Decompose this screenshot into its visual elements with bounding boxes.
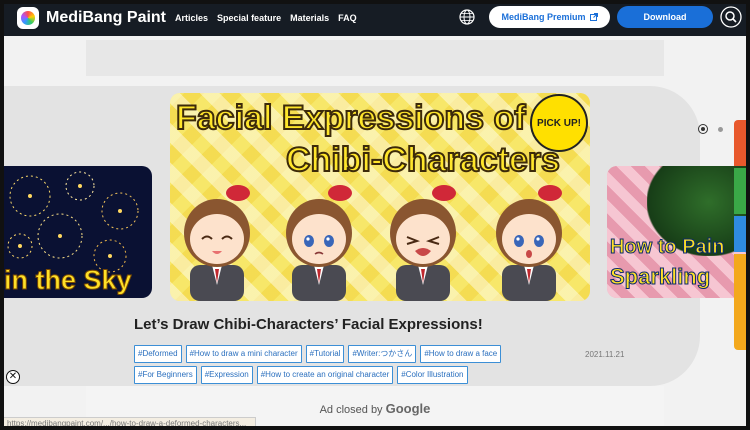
external-link-icon xyxy=(589,13,598,21)
ad-closed-text: Ad closed by xyxy=(319,404,383,416)
tag-list: #Deformed #How to draw a mini character … xyxy=(134,345,554,384)
pick-up-badge: PICK UP! xyxy=(530,94,588,152)
chibi-character-smile xyxy=(184,185,250,301)
article-title[interactable]: Let’s Draw Chibi-Characters’ Facial Expr… xyxy=(134,316,483,333)
tag[interactable]: #Deformed xyxy=(134,345,182,363)
side-tab-blue[interactable] xyxy=(734,216,750,252)
side-tab-green[interactable] xyxy=(734,168,750,214)
slide-next-caption-line2: Sparkling xyxy=(609,264,711,290)
slide-title-line2: Chibi-Characters xyxy=(285,140,561,180)
carousel-dot-active[interactable] xyxy=(698,124,708,134)
slide-title-line1: Facial Expressions of xyxy=(175,98,527,138)
top-ad-slot xyxy=(86,40,664,76)
chibi-character-surprised xyxy=(496,185,562,301)
side-tab-yellow[interactable] xyxy=(734,254,750,350)
carousel-slide-next[interactable]: How to Pain Sparkling xyxy=(607,166,750,298)
globe-icon[interactable] xyxy=(459,9,475,25)
tag[interactable]: #How to create an original character xyxy=(256,366,394,384)
tag[interactable]: #Color Illustration xyxy=(397,366,468,384)
tag[interactable]: #Expression xyxy=(200,366,253,384)
nav-faq[interactable]: FAQ xyxy=(338,13,357,23)
carousel-pagination xyxy=(698,124,723,134)
nav-special-feature[interactable]: Special feature xyxy=(217,13,281,23)
tag[interactable]: #For Beginners xyxy=(134,366,197,384)
search-icon[interactable] xyxy=(720,6,742,28)
side-tab-orange[interactable] xyxy=(734,120,750,166)
site-header: MediBang Paint Articles Special feature … xyxy=(0,0,750,36)
carousel-slide-current[interactable]: Facial Expressions of Chibi-Characters P… xyxy=(170,93,590,301)
article-date: 2021.11.21 xyxy=(585,350,625,359)
logo-icon xyxy=(17,7,39,29)
tag[interactable]: #Writer:つかさん xyxy=(348,345,417,363)
tag[interactable]: #How to draw a face xyxy=(420,345,502,363)
ad-closed-message: Ad closed by Google xyxy=(86,401,664,416)
carousel-dot[interactable] xyxy=(718,126,723,132)
tag[interactable]: #Tutorial xyxy=(305,345,345,363)
slide-previous-caption: in the Sky xyxy=(4,265,133,296)
close-ad-icon[interactable]: ✕ xyxy=(6,370,20,384)
premium-button[interactable]: MediBang Premium xyxy=(489,6,610,28)
google-logo: Google xyxy=(385,401,431,416)
logo[interactable]: MediBang Paint xyxy=(17,7,166,29)
download-button[interactable]: Download xyxy=(617,6,713,28)
chibi-character-crying xyxy=(390,185,456,301)
chibi-character-pout xyxy=(286,185,352,301)
nav-articles[interactable]: Articles xyxy=(175,13,208,23)
brand-name: MediBang Paint xyxy=(46,9,167,26)
status-bar-url: https://medibangpaint.com/.../how-to-dra… xyxy=(0,417,256,430)
carousel-slide-previous[interactable]: in the Sky xyxy=(0,166,152,298)
download-label: Download xyxy=(643,12,687,22)
side-tab-strip xyxy=(734,120,750,350)
nav-materials[interactable]: Materials xyxy=(290,13,329,23)
premium-label: MediBang Premium xyxy=(501,12,586,22)
main-nav: Articles Special feature Materials FAQ xyxy=(175,13,357,23)
tag[interactable]: #How to draw a mini character xyxy=(185,345,302,363)
slide-next-caption-line1: How to Pain xyxy=(609,236,725,259)
